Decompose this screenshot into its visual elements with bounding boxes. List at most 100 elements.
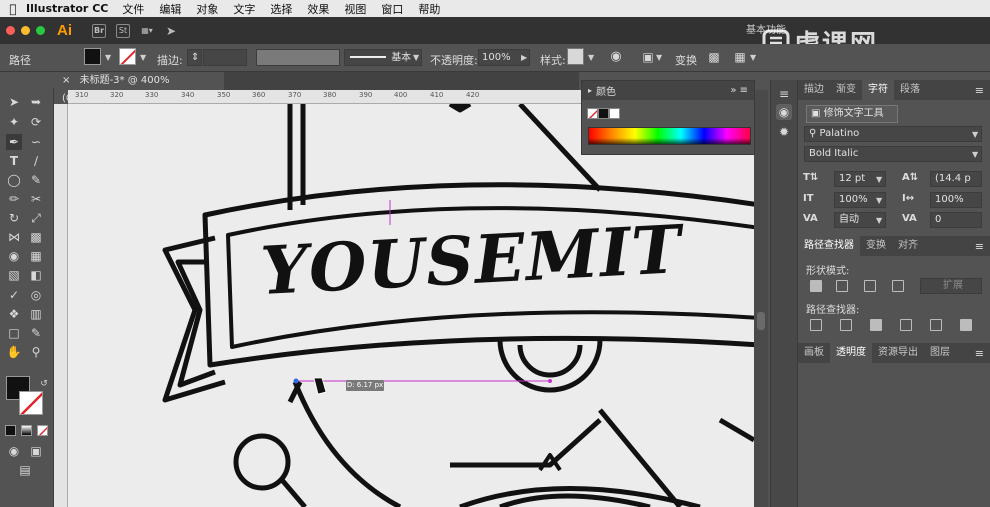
scale-tool-icon[interactable]: ⤢ xyxy=(28,210,44,226)
tab-stroke[interactable]: 描边 xyxy=(798,80,830,100)
stroke-weight-stepper[interactable]: ⇕ xyxy=(187,49,202,66)
tab-pathfinder[interactable]: 路径查找器 xyxy=(798,236,860,256)
direct-selection-tool-icon[interactable]: ➥ xyxy=(28,94,44,110)
swap-colors-icon[interactable]: ↺ xyxy=(36,376,52,392)
symbol-sprayer-tool-icon[interactable]: ❖ xyxy=(6,306,22,322)
merge-icon[interactable] xyxy=(870,319,882,331)
fill-swatch[interactable] xyxy=(84,48,101,65)
panel-menu-icon[interactable]: ≡ xyxy=(975,347,984,360)
artboard-canvas[interactable]: YOUSEMIT xyxy=(68,104,754,507)
font-family-select[interactable]: ⚲ Palatino xyxy=(804,126,982,142)
gradient-mode-icon[interactable] xyxy=(21,425,32,436)
trim-icon[interactable] xyxy=(840,319,852,331)
rotate-tool-icon[interactable]: ↻ xyxy=(6,210,22,226)
draw-mode-icon[interactable]: ◉ xyxy=(6,443,22,459)
crop-icon[interactable] xyxy=(900,319,912,331)
horizontal-scale-input[interactable]: 100% xyxy=(930,192,982,208)
menu-window[interactable]: 窗口 xyxy=(381,1,403,17)
document-tab[interactable]: × 未标题-3* @ 400% (CMYK/GPU 预览) xyxy=(54,72,224,104)
width-tool-icon[interactable]: ⋈ xyxy=(6,229,22,245)
chevron-down-icon[interactable]: ▼ xyxy=(876,196,882,205)
outline-icon[interactable] xyxy=(930,319,942,331)
menu-type[interactable]: 文字 xyxy=(233,1,255,17)
arrange-documents-icon[interactable]: ▦▾ xyxy=(140,24,154,38)
expand-button[interactable]: 扩展 xyxy=(920,278,982,294)
chevron-down-icon[interactable]: ▼ xyxy=(972,130,978,139)
zoom-window-button[interactable] xyxy=(36,26,45,35)
minus-front-icon[interactable] xyxy=(836,280,848,292)
isolate-group-icon[interactable]: ▩ xyxy=(706,49,722,65)
menu-edit[interactable]: 编辑 xyxy=(159,1,181,17)
screen-mode-icon[interactable]: ▤ xyxy=(17,462,33,478)
zoom-tool-icon[interactable]: ⚲ xyxy=(28,344,44,360)
chevron-down-icon[interactable]: ▼ xyxy=(876,175,882,184)
stroke-swatch[interactable] xyxy=(119,48,136,65)
tab-asset-export[interactable]: 资源导出 xyxy=(872,343,924,363)
tab-align[interactable]: 对齐 xyxy=(892,236,924,256)
intersect-icon[interactable] xyxy=(864,280,876,292)
tab-paragraph[interactable]: 段落 xyxy=(894,80,926,100)
ellipse-tool-icon[interactable]: ◯ xyxy=(6,172,22,188)
chevron-right-icon[interactable]: ▶ xyxy=(521,53,527,62)
color-white-swatch[interactable] xyxy=(609,108,620,119)
tab-layers[interactable]: 图层 xyxy=(924,343,956,363)
close-tab-icon[interactable]: × xyxy=(62,75,70,86)
scrollbar-thumb[interactable] xyxy=(757,312,765,330)
tab-artboards[interactable]: 画板 xyxy=(798,343,830,363)
mesh-tool-icon[interactable]: ▧ xyxy=(6,267,22,283)
recolor-artwork-icon[interactable]: ◉ xyxy=(608,49,624,65)
scissors-tool-icon[interactable]: ✂ xyxy=(28,191,44,207)
none-mode-icon[interactable] xyxy=(37,425,48,436)
color-panel-header[interactable]: ▸ 颜色 » ≡ xyxy=(582,81,754,100)
tab-character[interactable]: 字符 xyxy=(862,80,894,100)
color-spectrum[interactable] xyxy=(588,127,751,145)
curvature-tool-icon[interactable]: ∽ xyxy=(28,134,44,150)
bridge-icon[interactable]: Br xyxy=(92,23,106,38)
shape-builder-tool-icon[interactable]: ◉ xyxy=(6,248,22,264)
eyedropper-tool-icon[interactable]: ✓ xyxy=(6,287,22,303)
collapse-panel-icon[interactable]: » ≡ xyxy=(730,85,748,96)
perspective-grid-tool-icon[interactable]: ▦ xyxy=(28,248,44,264)
align-to-icon[interactable]: ▣ xyxy=(640,49,656,65)
graphic-style-swatch[interactable] xyxy=(567,48,584,65)
tab-gradient[interactable]: 渐变 xyxy=(830,80,862,100)
transform-link[interactable]: 变换 xyxy=(675,52,697,68)
touch-type-button[interactable]: ▣ 修饰文字工具 xyxy=(806,105,898,123)
brush-definition-select[interactable]: 基本 xyxy=(344,49,422,66)
stroke-color-box[interactable] xyxy=(19,391,43,415)
gpu-performance-icon[interactable]: ➤ xyxy=(164,24,178,38)
paintbrush-tool-icon[interactable]: ✎ xyxy=(28,172,44,188)
pencil-tool-icon[interactable]: ✏ xyxy=(6,191,22,207)
color-none-icon[interactable] xyxy=(587,108,598,119)
canvas-scrollbar[interactable] xyxy=(754,90,768,507)
artboard-tool-icon[interactable]: □ xyxy=(6,325,22,341)
drawing-modes-icon[interactable]: ▣ xyxy=(28,443,44,459)
selection-tool-icon[interactable]: ➤ xyxy=(6,94,22,110)
menu-effect[interactable]: 效果 xyxy=(307,1,329,17)
slice-tool-icon[interactable]: ✎ xyxy=(28,325,44,341)
panel-menu-icon[interactable]: ≡ xyxy=(776,86,792,102)
divide-icon[interactable] xyxy=(810,319,822,331)
tab-transparency[interactable]: 透明度 xyxy=(830,343,872,363)
exclude-icon[interactable] xyxy=(892,280,904,292)
color-mode-icon[interactable] xyxy=(5,425,16,436)
app-name-menu[interactable]: Illustrator CC xyxy=(26,2,108,15)
minimize-window-button[interactable] xyxy=(21,26,30,35)
select-similar-icon[interactable]: ▦ xyxy=(732,49,748,65)
lasso-tool-icon[interactable]: ⟳ xyxy=(28,114,44,130)
chevron-down-icon[interactable]: ▼ xyxy=(656,53,662,62)
menu-object[interactable]: 对象 xyxy=(196,1,218,17)
stock-icon[interactable]: St xyxy=(116,23,130,38)
chevron-down-icon[interactable]: ▼ xyxy=(750,53,756,62)
leading-input[interactable]: (14.4 p xyxy=(930,171,982,187)
line-segment-tool-icon[interactable]: ∕ xyxy=(28,153,44,169)
font-style-select[interactable]: Bold Italic xyxy=(804,146,982,162)
tab-transform[interactable]: 变换 xyxy=(860,236,892,256)
panel-menu-icon[interactable]: ≡ xyxy=(975,240,984,253)
close-window-button[interactable] xyxy=(6,26,15,35)
free-transform-tool-icon[interactable]: ▩ xyxy=(28,229,44,245)
color-black-swatch[interactable] xyxy=(598,108,609,119)
chevron-down-icon[interactable]: ▼ xyxy=(876,216,882,225)
menu-file[interactable]: 文件 xyxy=(122,1,144,17)
panel-menu-icon[interactable]: ≡ xyxy=(975,84,984,97)
